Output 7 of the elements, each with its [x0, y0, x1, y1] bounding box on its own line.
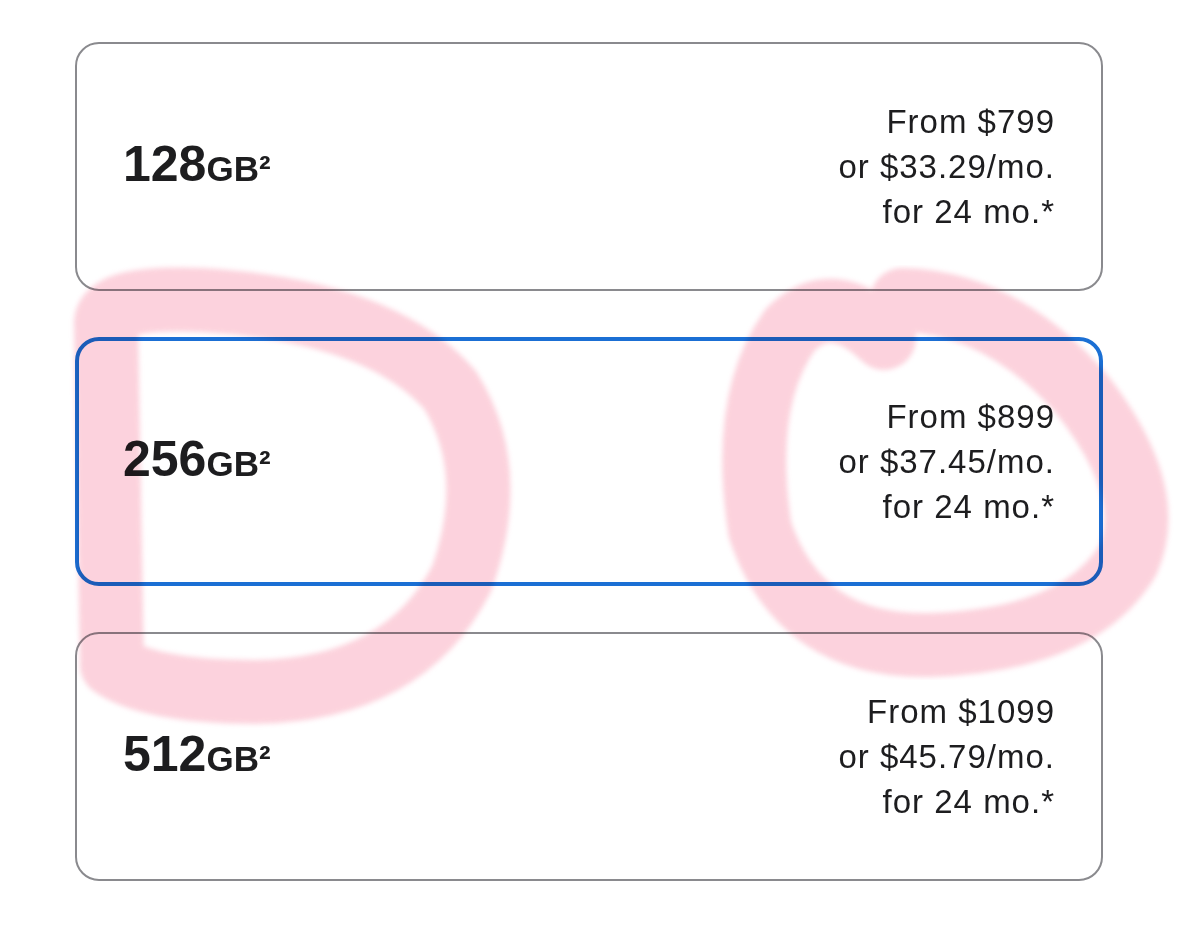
price-text: From $1099 or $45.79/mo. for 24 mo.*: [838, 692, 1055, 822]
storage-option-card[interactable]: 128GB² From $799 or $33.29/mo. for 24 mo.*: [75, 42, 1103, 291]
price-text: From $899 or $37.45/mo. for 24 mo.*: [838, 397, 1055, 527]
price-text: From $799 or $33.29/mo. for 24 mo.*: [838, 102, 1055, 232]
capacity-label: 256GB²: [123, 430, 271, 489]
capacity-label: 512GB²: [123, 725, 271, 784]
capacity-label: 128GB²: [123, 135, 271, 194]
